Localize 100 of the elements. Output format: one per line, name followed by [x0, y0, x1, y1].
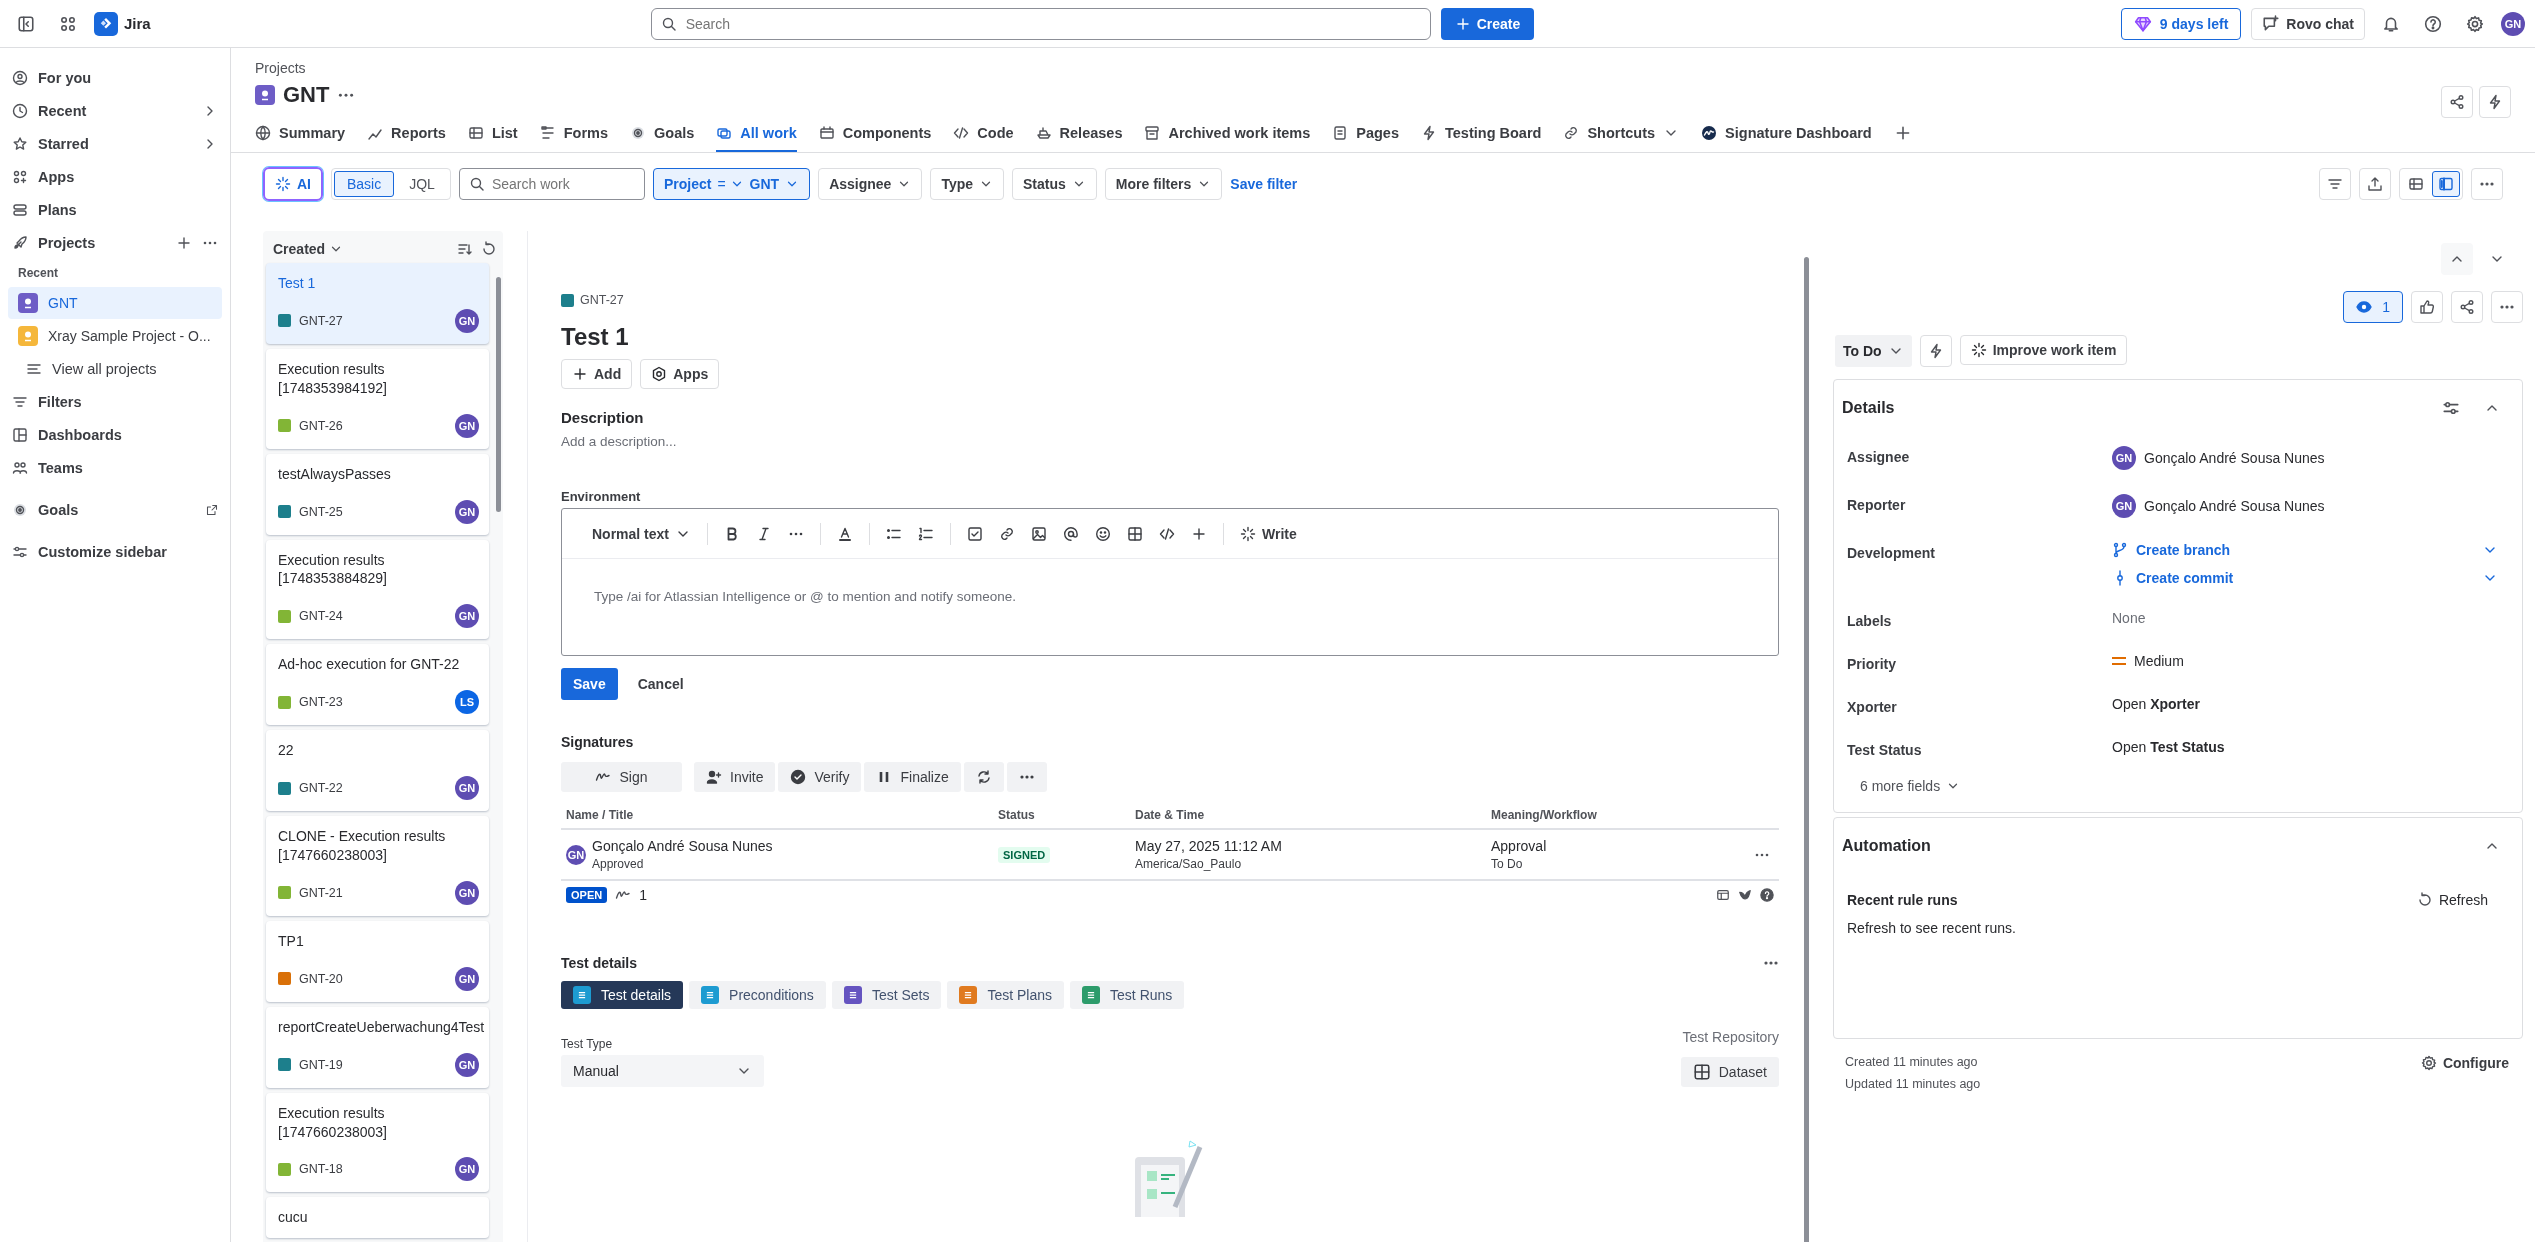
sidebar-item[interactable]: Teams [8, 452, 222, 484]
trial-button[interactable]: 9 days left [2120, 7, 2242, 40]
work-item-card[interactable]: Execution results [1748353884829] GNT-24 GN [266, 539, 489, 640]
sidebar-item[interactable]: Goals [8, 494, 222, 526]
filter-dropdown[interactable]: Status [1012, 168, 1097, 200]
watch-button[interactable]: 1 [2343, 291, 2403, 323]
create-button[interactable]: Create [1440, 7, 1535, 40]
filter-dropdown[interactable]: Assignee [818, 168, 923, 200]
work-item-card[interactable]: CLONE - Execution results [1747660238003] GNT-21 GN [266, 816, 489, 916]
tab[interactable]: Test Plans [947, 981, 1065, 1009]
cancel-button[interactable]: Cancel [625, 676, 696, 692]
create-link[interactable]: Create commit [2136, 570, 2234, 586]
text-style-dropdown[interactable]: Normal text [592, 525, 692, 542]
signature-action-button[interactable]: Finalize [864, 762, 961, 792]
work-item-card[interactable]: 22 GNT-22 GN [266, 730, 489, 812]
chat-button[interactable]: Rovo chat [2251, 7, 2365, 40]
automation-button[interactable] [1919, 335, 1952, 367]
work-item-card[interactable]: TP1 GNT-20 GN [266, 920, 489, 1002]
mode-toggle[interactable]: Basic [334, 171, 395, 197]
view-toggle[interactable] [2432, 171, 2460, 197]
rich-text-editor[interactable]: Normal text Write Type /ai for Atlassian Intelligence or @ to mention and notify someone. [561, 508, 1779, 656]
tab[interactable]: Pages [1332, 116, 1399, 152]
tab[interactable]: Preconditions [689, 981, 826, 1009]
tab[interactable]: Goals [630, 116, 695, 152]
tab[interactable]: Test details [561, 981, 684, 1009]
signature-action-button[interactable]: Sign [561, 762, 682, 792]
tab[interactable]: Signature Dashboard [1701, 116, 1872, 152]
field-value[interactable]: Open Xporter [2112, 696, 2200, 712]
tab[interactable]: Releases [1035, 116, 1123, 152]
tab[interactable]: List [467, 116, 518, 152]
save-button[interactable]: Save [561, 668, 618, 700]
automation-button[interactable] [2479, 86, 2511, 118]
signature-action-button[interactable]: Verify [778, 762, 862, 792]
breadcrumb-link[interactable]: Projects [255, 60, 2511, 76]
apps-button[interactable]: Apps [640, 359, 720, 389]
tab[interactable]: Test Sets [831, 981, 942, 1009]
work-type-icon [561, 293, 574, 307]
sidebar-item[interactable]: Projects [8, 227, 222, 259]
tab[interactable]: Components [818, 116, 932, 152]
improve-button[interactable]: Improve work item [1959, 335, 2128, 365]
refresh-button[interactable]: Refresh [2416, 892, 2488, 908]
share-button[interactable] [2451, 291, 2483, 323]
signature-action-button[interactable]: Invite [694, 762, 776, 792]
display-settings-button[interactable] [2319, 168, 2351, 200]
sidebar-item[interactable]: Customize sidebar [8, 536, 222, 568]
tab[interactable]: Shortcuts [1563, 116, 1680, 152]
tab[interactable]: Forms [539, 116, 608, 152]
work-item-card[interactable]: Test 1 GNT-27 GN [266, 263, 489, 344]
filter-dropdown[interactable]: More filters [1104, 168, 1223, 200]
more-icon [788, 531, 805, 536]
work-item-card[interactable]: Execution results [1747660238003] GNT-18 GN [266, 1092, 489, 1193]
tab[interactable]: Reports [367, 116, 446, 152]
emoji-icon [1095, 525, 1112, 542]
project-filter[interactable]: Project = GNT [652, 168, 811, 200]
transition-dropdown[interactable]: To Do [1835, 335, 1912, 367]
sidebar-item[interactable]: Dashboards [8, 419, 222, 451]
filter-dropdown[interactable]: Type [930, 168, 1005, 200]
share-button[interactable] [2441, 86, 2473, 118]
sidebar-item[interactable]: Recent [8, 95, 222, 127]
mode-toggle[interactable]: JQL [396, 171, 448, 197]
test-repository-link[interactable]: Test Repository [1682, 1029, 1779, 1045]
tab[interactable]: Code [953, 116, 1014, 152]
search-field[interactable]: Search [650, 7, 1431, 40]
sidebar-item[interactable]: For you [8, 62, 222, 94]
work-item-card[interactable]: Execution results [1748353984192] GNT-26 GN [266, 348, 489, 449]
sidebar-item[interactable]: Xray Sample Project - O... [8, 320, 222, 352]
help-icon [1760, 888, 1774, 902]
export-button[interactable] [2359, 168, 2391, 200]
sidebar-item[interactable]: Apps [8, 161, 222, 193]
dataset-button[interactable]: Dataset [1680, 1057, 1779, 1087]
work-item-card[interactable]: testAlwaysPasses GNT-25 GN [266, 453, 489, 535]
sidebar-item[interactable]: GNT [8, 287, 222, 319]
sort-dropdown[interactable]: Created [273, 241, 344, 257]
write-button[interactable]: Write [1240, 525, 1297, 542]
sidebar-item[interactable]: Filters [8, 386, 222, 418]
description-field[interactable]: Add a description... [561, 434, 1779, 449]
sidebar-item[interactable]: Starred [8, 128, 222, 160]
test-type-select[interactable]: Manual [561, 1055, 764, 1087]
field-label: Environment [561, 489, 642, 504]
search-field[interactable]: Search work [458, 168, 645, 200]
tab[interactable]: Testing Board [1421, 116, 1542, 152]
tab[interactable]: Summary [255, 116, 346, 152]
tab[interactable]: Archived work items [1144, 116, 1311, 152]
sync-button[interactable] [963, 762, 1004, 792]
more-fields-button[interactable]: 6 more fields [1860, 774, 1961, 798]
work-item-card[interactable]: cucu [266, 1197, 489, 1239]
tab[interactable]: Test Runs [1070, 981, 1185, 1009]
sidebar-item[interactable]: Plans [8, 194, 222, 226]
save-filter-link[interactable]: Save filter [1230, 176, 1298, 192]
work-item-card[interactable]: reportCreateUeberwachung4Test GNT-19 GN [266, 1006, 489, 1088]
add-button[interactable]: Add [561, 359, 633, 389]
user-avatar[interactable]: GN [2501, 11, 2525, 36]
like-button[interactable] [2411, 291, 2443, 323]
sidebar-item[interactable]: View all projects [8, 353, 222, 385]
field-value[interactable]: Open Test Status [2112, 739, 2225, 755]
create-link[interactable]: Create branch [2136, 542, 2231, 558]
work-item-card[interactable]: Ad-hoc execution for GNT-22 GNT-23 LS [266, 644, 489, 726]
tab[interactable]: All work [716, 116, 797, 152]
ai-button[interactable]: AI [263, 167, 323, 201]
configure-button[interactable]: Configure [2420, 1055, 2509, 1071]
